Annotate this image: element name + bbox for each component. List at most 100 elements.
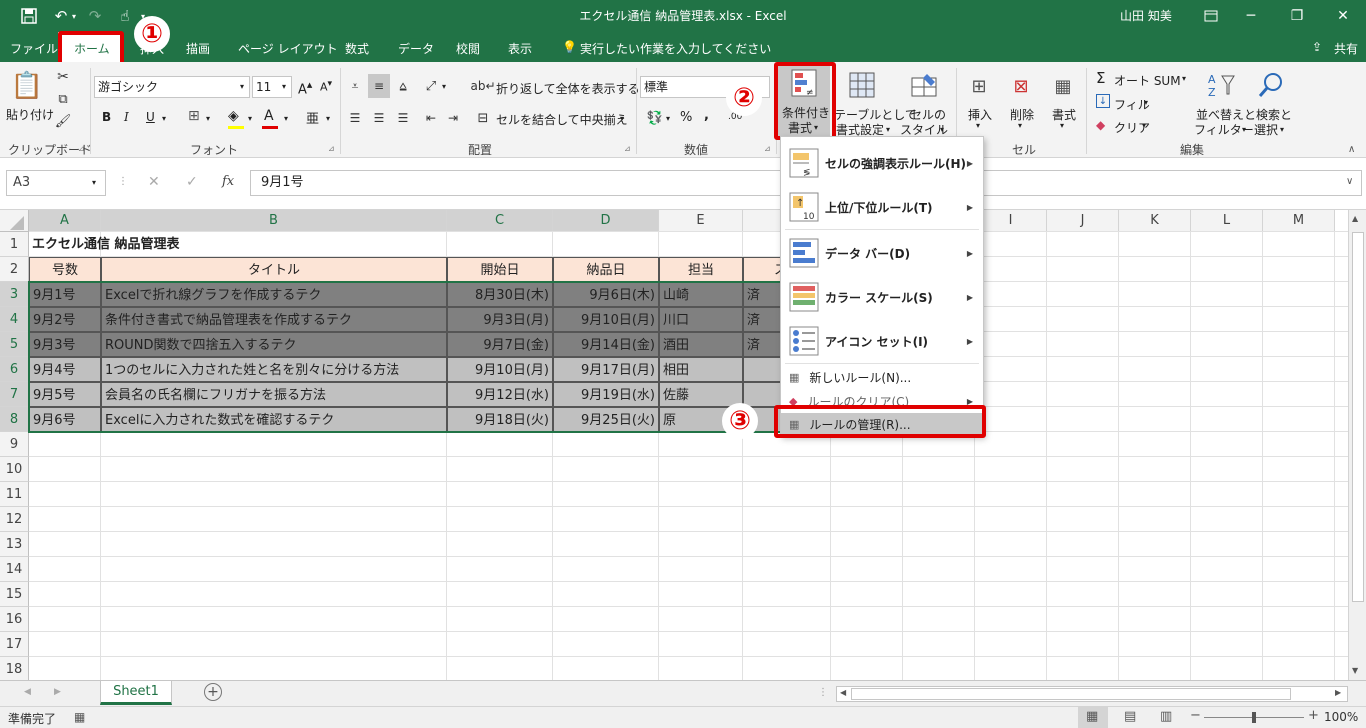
autosum-button[interactable]: オート SUM [1114, 72, 1181, 89]
close-icon[interactable]: ✕ [1320, 0, 1366, 32]
sheet-title-cell[interactable]: エクセル通信 納品管理表 [29, 232, 429, 257]
borders-dropdown-icon[interactable]: ▾ [206, 114, 210, 123]
vertical-scroll-thumb[interactable] [1352, 232, 1364, 602]
row-header[interactable]: 6 [0, 357, 29, 382]
tab-view[interactable]: 表示 [508, 40, 532, 57]
row-header[interactable]: 2 [0, 257, 29, 282]
column-header[interactable]: A [29, 210, 101, 232]
page-layout-view-icon[interactable]: ▤ [1124, 709, 1136, 724]
font-launcher-icon[interactable]: ⊿ [328, 144, 335, 153]
accounting-format-icon[interactable]: 💱 [644, 108, 666, 128]
delete-dropdown-icon[interactable]: ▾ [1018, 121, 1022, 130]
row-header[interactable]: 12 [0, 507, 29, 532]
increase-font-icon[interactable]: A▴ [298, 78, 312, 97]
underline-dropdown-icon[interactable]: ▾ [162, 114, 166, 123]
menu-icon-sets[interactable]: アイコン セット(I) ▶ [781, 319, 983, 363]
merge-dropdown-icon[interactable]: ▾ [620, 114, 624, 123]
autosum-dropdown-icon[interactable]: ▾ [1182, 74, 1186, 83]
macro-record-icon[interactable]: ▦ [74, 710, 85, 724]
accounting-dropdown-icon[interactable]: ▾ [666, 114, 670, 123]
insert-cells-icon[interactable]: ⊞ [966, 72, 992, 100]
zoom-out-icon[interactable]: − [1190, 708, 1201, 723]
font-name-dropdown-icon[interactable]: ▾ [240, 82, 244, 91]
menu-top-bottom-rules[interactable]: ↑ 10 上位/下位ルール(T) ▶ [781, 185, 983, 229]
font-size-dropdown-icon[interactable]: ▾ [282, 82, 286, 91]
row-header[interactable]: 1 [0, 232, 29, 257]
cell-styles-dropdown-icon[interactable]: ▾ [940, 125, 944, 134]
find-select-dropdown-icon[interactable]: ▾ [1280, 125, 1284, 134]
font-color-icon[interactable]: A [264, 108, 274, 124]
zoom-slider-thumb[interactable] [1252, 712, 1256, 723]
paste-icon[interactable]: 📋 [10, 68, 44, 104]
font-color-dropdown-icon[interactable]: ▾ [284, 114, 288, 123]
row-header[interactable]: 8 [0, 407, 29, 432]
horizontal-scrollbar[interactable]: ◀ ▶ [836, 686, 1348, 702]
name-box[interactable]: A3 [6, 170, 106, 196]
table-header-cell[interactable]: 号数 [29, 257, 101, 282]
font-name-select[interactable]: 游ゴシック [94, 76, 250, 98]
next-sheet-icon[interactable]: ▶ [54, 687, 61, 697]
user-name[interactable]: 山田 知美 [1120, 0, 1172, 32]
increase-indent-icon[interactable]: ⇥ [444, 108, 462, 128]
find-select-label-2[interactable]: 選択 [1254, 121, 1278, 138]
column-header[interactable]: B [101, 210, 447, 232]
decrease-font-icon[interactable]: A▾ [320, 78, 332, 94]
delete-cells-icon[interactable]: ⊠ [1008, 72, 1034, 100]
column-header[interactable]: D [553, 210, 659, 232]
tab-review[interactable]: 校閲 [456, 40, 480, 57]
wrap-text-button[interactable]: 折り返して全体を表示する [496, 80, 640, 97]
column-header[interactable]: K [1119, 210, 1191, 232]
row-header[interactable]: 11 [0, 482, 29, 507]
row-header[interactable]: 3 [0, 282, 29, 307]
tab-data[interactable]: データ [398, 40, 434, 57]
worksheet-grid[interactable]: ABCDEIJKLM 1 2 3 4 5 6 7 8 9 10 11 12 13 14 15 16 17 18 エ… [0, 210, 1348, 680]
expand-formula-bar-icon[interactable]: ∨ [1346, 176, 1353, 187]
touch-mode-icon[interactable]: ☝ [112, 4, 138, 28]
format-as-table-dropdown-icon[interactable]: ▾ [886, 125, 890, 134]
row-header[interactable]: 5 [0, 332, 29, 357]
share-icon[interactable]: ⇪ [1312, 40, 1322, 54]
fill-dropdown-icon[interactable]: ▾ [1144, 98, 1148, 107]
column-header[interactable]: M [1263, 210, 1335, 232]
align-right-icon[interactable]: ☰ [394, 108, 412, 128]
minimize-icon[interactable]: ─ [1228, 0, 1274, 32]
format-as-table-icon[interactable] [848, 70, 876, 100]
paste-button[interactable]: 貼り付け [6, 106, 54, 123]
format-dropdown-icon[interactable]: ▾ [1060, 121, 1064, 130]
clear-icon[interactable]: ◆ [1096, 118, 1105, 132]
prev-sheet-icon[interactable]: ◀ [24, 687, 31, 697]
wrap-text-icon[interactable]: ab↵ [470, 76, 495, 96]
copy-icon[interactable]: ⧉ [52, 90, 74, 108]
align-bottom-icon[interactable]: ⩠ [394, 76, 412, 96]
clear-dropdown-icon[interactable]: ▾ [1142, 121, 1146, 130]
tab-split-handle-icon[interactable]: ⋮ [818, 687, 828, 698]
sort-filter-dropdown-icon[interactable]: ▾ [1242, 125, 1246, 134]
menu-highlight-cells-rules[interactable]: ≶ セルの強調表示ルール(H) ▶ [781, 141, 983, 185]
sort-filter-icon[interactable]: AZ [1206, 70, 1236, 100]
tab-draw[interactable]: 描画 [186, 40, 210, 57]
align-middle-icon[interactable]: ≡ [368, 74, 390, 98]
scroll-left-icon[interactable]: ◀ [840, 688, 846, 697]
column-header[interactable]: I [975, 210, 1047, 232]
row-header[interactable]: 13 [0, 532, 29, 557]
phonetic-icon[interactable]: 亜 [306, 108, 319, 127]
menu-data-bars[interactable]: データ バー(D) ▶ [781, 231, 983, 275]
underline-icon[interactable]: U [146, 110, 155, 124]
save-icon[interactable] [16, 4, 42, 28]
column-header[interactable]: E [659, 210, 743, 232]
row-header[interactable]: 17 [0, 632, 29, 657]
cell-styles-icon[interactable] [910, 70, 938, 100]
align-left-icon[interactable]: ☰ [346, 108, 364, 128]
zoom-level[interactable]: 100% [1324, 710, 1358, 724]
autosum-icon[interactable]: Σ [1096, 69, 1105, 87]
sheet-tab-sheet1[interactable]: Sheet1 [100, 681, 172, 705]
row-header[interactable]: 4 [0, 307, 29, 332]
tab-page-layout[interactable]: ページ レイアウト [238, 40, 338, 57]
align-top-icon[interactable]: ⩡ [346, 76, 364, 96]
insert-dropdown-icon[interactable]: ▾ [976, 121, 980, 130]
share-button[interactable]: 共有 [1334, 40, 1358, 57]
table-header-cell[interactable]: 開始日 [447, 257, 553, 282]
find-select-icon[interactable] [1256, 70, 1286, 100]
tab-file[interactable]: ファイル [10, 40, 58, 57]
decrease-indent-icon[interactable]: ⇤ [422, 108, 440, 128]
